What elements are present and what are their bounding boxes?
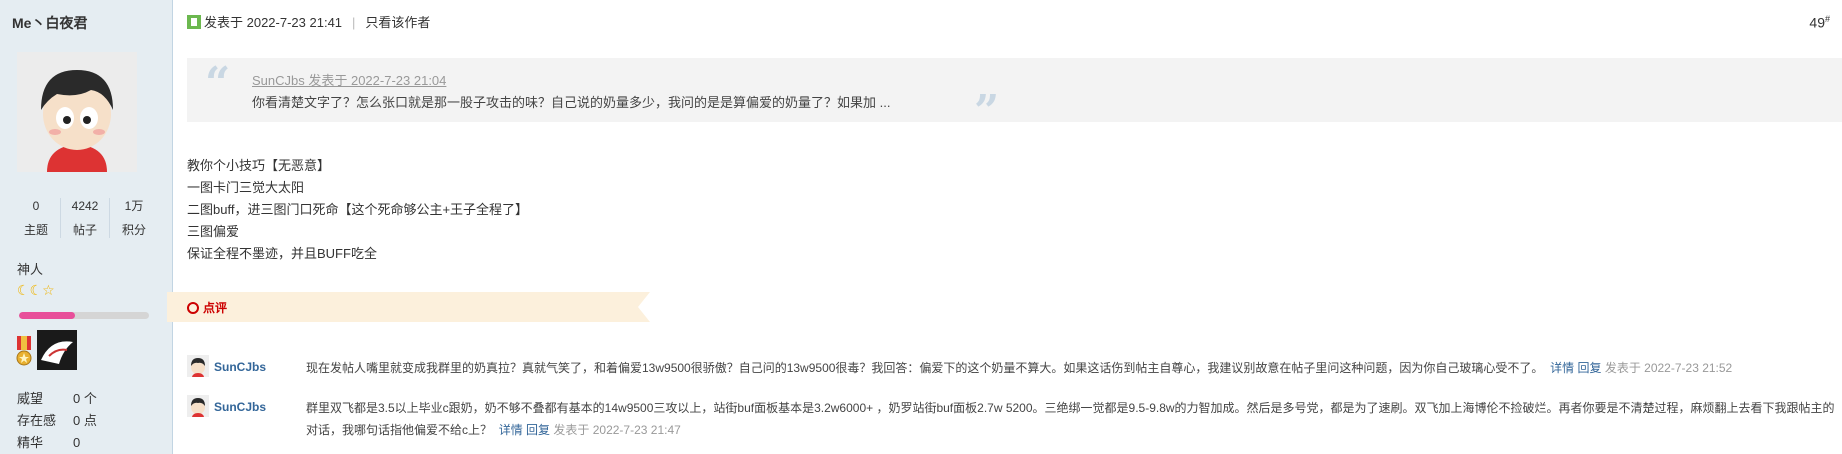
- close-quote-icon: ”: [974, 86, 1000, 137]
- quote-text: 你看清楚文字了？怎么张口就是那一股子攻击的味？自己说的奶量多少，我问的是是算偏爱…: [252, 95, 891, 110]
- user-rank[interactable]: 神人: [17, 259, 43, 278]
- stat-label: 主题: [23, 223, 48, 237]
- info-row: 精华 0: [17, 432, 97, 454]
- comment-reply-link[interactable]: 回复: [1577, 361, 1601, 375]
- user-info: 威望 0 个 存在感 0 点 精华 0: [17, 388, 97, 454]
- avatar[interactable]: [17, 52, 137, 172]
- commenter-avatar[interactable]: [187, 355, 209, 377]
- level-progress-fill: [19, 312, 75, 319]
- ribbon-medal-icon[interactable]: [16, 336, 32, 366]
- avatar-image: [17, 52, 137, 172]
- comment-text-block: 群里双飞都是3.5以上毕业c跟奶，奶不够不叠都有基本的14w9500三攻以上，站…: [306, 397, 1836, 441]
- stat-value: 1万: [124, 199, 144, 213]
- floor-mark: #: [1824, 14, 1830, 24]
- author-name[interactable]: Me丶白夜君: [12, 13, 87, 33]
- info-key: 威望: [17, 391, 44, 406]
- stat-points[interactable]: 1万积分: [110, 198, 158, 238]
- stat-posts[interactable]: 4242 帖子: [61, 198, 110, 238]
- comment-text: 现在发帖人嘴里就变成我群里的奶真拉？真就气笑了，和着偏爱13w9500很骄傲？自…: [306, 361, 1544, 375]
- floor-value: 49: [1809, 14, 1825, 31]
- post-body: 教你个小技巧【无恶意】 一图卡门三觉大太阳 二图buff，进三图门口死命【这个死…: [187, 155, 528, 265]
- comment-time: 发表于 2022-7-23 21:52: [1604, 361, 1733, 375]
- comment-detail-link[interactable]: 详情: [499, 423, 523, 437]
- commenter-name[interactable]: SunCJbs: [214, 360, 266, 374]
- post-line: 保证全程不墨迹，并且BUFF吃全: [187, 246, 377, 261]
- post-line: 教你个小技巧【无恶意】: [187, 158, 331, 173]
- open-quote-icon: “: [205, 58, 231, 109]
- review-header: 点评: [187, 299, 227, 316]
- stat-value: 0: [32, 199, 40, 213]
- review-label: 点评: [203, 301, 228, 315]
- quote-author[interactable]: SunCJbs 发表于 2022-7-23 21:04: [252, 70, 446, 89]
- post-time: 发表于 2022-7-23 21:41: [204, 15, 343, 30]
- comment-time: 发表于 2022-7-23 21:47: [553, 423, 681, 437]
- info-value: 0 点: [73, 413, 97, 428]
- info-row: 威望 0 个: [17, 388, 97, 410]
- level-icons: ☾☾☆: [17, 283, 55, 297]
- character-medal-icon[interactable]: [37, 330, 77, 370]
- stat-value: 4242: [71, 199, 99, 213]
- commenter-name[interactable]: SunCJbs: [214, 400, 266, 414]
- author-stats: 0 主题 4242 帖子 1万积分: [12, 198, 158, 238]
- info-value: 0: [73, 435, 81, 450]
- only-author-link[interactable]: 只看该作者: [365, 15, 430, 30]
- moon-icon: ☾: [17, 282, 30, 298]
- post-line: 一图卡门三觉大太阳: [187, 180, 305, 195]
- post-main: 发表于 2022-7-23 21:41 | 只看该作者 49# “ SunCJbs …: [187, 0, 1842, 454]
- divider: |: [352, 15, 356, 30]
- stat-label: 帖子: [72, 223, 97, 237]
- moon-icon: ☾: [29, 282, 43, 298]
- stat-label: 积分: [121, 223, 146, 237]
- stat-threads[interactable]: 0 主题: [12, 198, 61, 238]
- info-key: 精华: [17, 435, 44, 450]
- info-key: 存在感: [17, 413, 57, 428]
- comment-detail-link[interactable]: 详情: [1550, 361, 1574, 375]
- review-ribbon: [167, 292, 650, 322]
- post-meta: 发表于 2022-7-23 21:41 | 只看该作者 49#: [187, 12, 1842, 32]
- comment-text-block: 现在发帖人嘴里就变成我群里的奶真拉？真就气笑了，和着偏爱13w9500很骄傲？自…: [306, 357, 1836, 379]
- commenter-avatar[interactable]: [187, 395, 209, 417]
- post-line: 二图buff，进三图门口死命【这个死命够公主+王子全程了】: [187, 202, 529, 217]
- level-progress-bar: [19, 312, 149, 319]
- author-sidebar: Me丶白夜君 0 主题 4242 帖子 1万 积分 神人 ☾☾☆ 威望 0 个 …: [0, 0, 173, 454]
- review-icon: [187, 302, 199, 314]
- floor-number[interactable]: 49#: [1809, 14, 1830, 31]
- quote-block: “ SunCJbs 发表于 2022-7-23 21:04 你看清楚文字了？怎么…: [187, 58, 1842, 134]
- star-icon: ☆: [42, 282, 55, 298]
- medal-list: [15, 330, 85, 374]
- post-line: 三图偏爱: [187, 224, 240, 239]
- info-row: 存在感 0 点: [17, 410, 97, 432]
- info-value: 0 个: [73, 391, 97, 406]
- online-status-icon: [187, 15, 201, 29]
- comment-reply-link[interactable]: 回复: [526, 423, 550, 437]
